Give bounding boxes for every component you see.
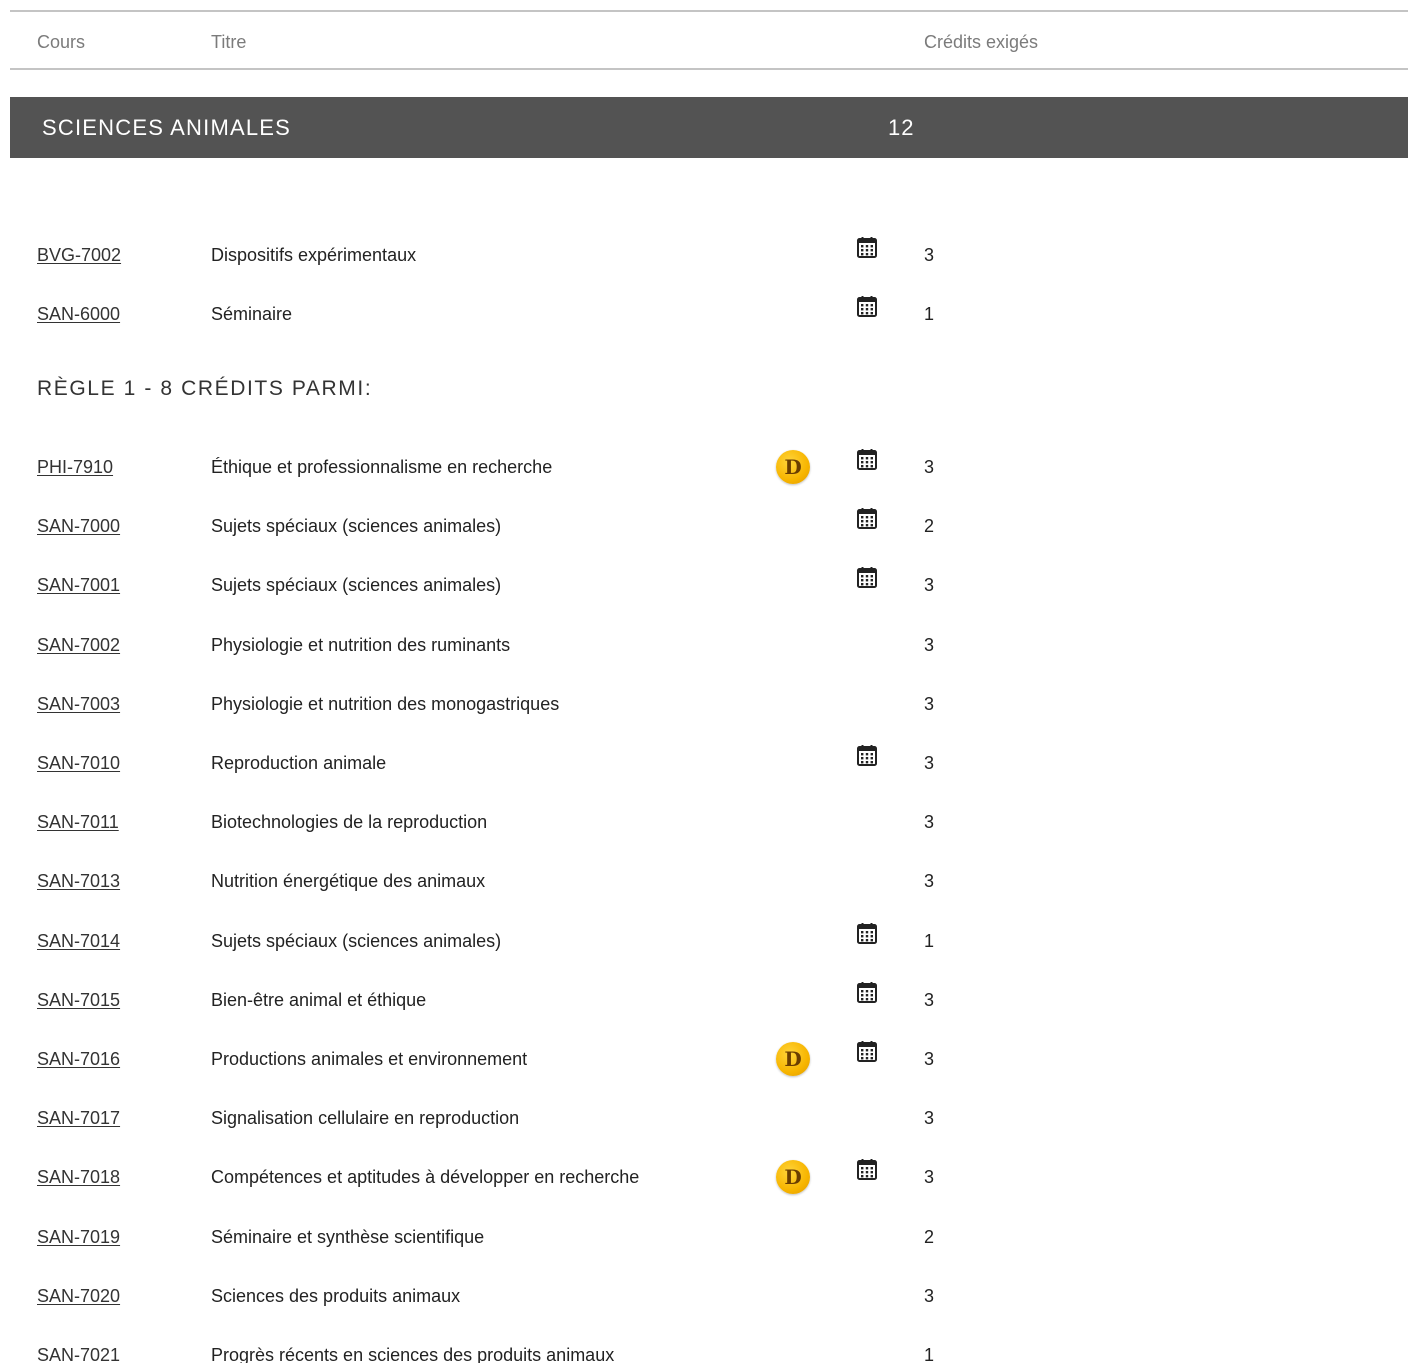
calendar-icon[interactable] [855, 506, 879, 530]
section-title: SCIENCES ANIMALES [42, 115, 292, 140]
course-credits: 1 [924, 304, 935, 325]
calendar-icon[interactable] [855, 294, 879, 318]
course-title: Sciences des produits animaux [211, 1285, 461, 1306]
course-credits: 3 [924, 1049, 935, 1069]
course-credits: 3 [924, 693, 935, 714]
course-credits: 3 [924, 245, 935, 265]
program-page: Cours Titre Crédits exigés SCIENCES ANIM… [0, 0, 1408, 1363]
course-code-link[interactable]: SAN-7019 [37, 1227, 120, 1248]
course-row: SAN-7003 Physiologie et nutrition des mo… [0, 684, 1408, 724]
course-row: PHI-7910 Éthique et professionnalisme en… [0, 447, 1408, 487]
course-code-link[interactable]: SAN-7018 [37, 1167, 120, 1188]
course-code-link[interactable]: SAN-7015 [37, 990, 120, 1011]
course-title: Productions animales et environnement [211, 1049, 528, 1069]
column-header-credits: Crédits exigés [924, 32, 1039, 52]
course-credits: 3 [924, 1167, 935, 1188]
course-row: SAN-7014 Sujets spéciaux (sciences anima… [0, 921, 1408, 961]
calendar-icon[interactable] [855, 921, 879, 945]
course-row: SAN-7013 Nutrition énergétique des anima… [0, 861, 1408, 901]
course-row: SAN-6000 Séminaire D 1 [0, 294, 1408, 334]
course-title: Sujets spéciaux (sciences animales) [211, 516, 502, 537]
course-title: Signalisation cellulaire en reproduction [211, 1108, 520, 1129]
course-title: Progrès récents en sciences des produits… [211, 1345, 615, 1363]
course-row: SAN-7019 Séminaire et synthèse scientifi… [0, 1217, 1408, 1257]
course-title: Dispositifs expérimentaux [211, 245, 417, 265]
course-code-link[interactable]: SAN-7002 [37, 635, 120, 656]
course-code-link[interactable]: SAN-7016 [37, 1049, 120, 1070]
distance-education-icon: D [776, 450, 810, 484]
course-credits: 3 [924, 634, 935, 655]
course-row: SAN-7016 Productions animales et environ… [0, 1039, 1408, 1079]
course-credits: 3 [924, 1285, 935, 1306]
course-row: SAN-7002 Physiologie et nutrition des ru… [0, 625, 1408, 665]
calendar-icon[interactable] [855, 235, 879, 259]
course-code-link[interactable]: SAN-7000 [37, 516, 120, 537]
course-credits: 3 [924, 871, 935, 892]
course-code-link[interactable]: SAN-7013 [37, 871, 120, 892]
course-title: Sujets spéciaux (sciences animales) [211, 930, 502, 951]
calendar-icon[interactable] [855, 1157, 879, 1181]
course-credits: 3 [924, 753, 935, 773]
course-credits: 2 [924, 516, 935, 537]
distance-education-icon: D [776, 1042, 810, 1076]
course-credits: 1 [924, 930, 935, 951]
calendar-icon[interactable] [855, 447, 879, 471]
course-row: SAN-7021 Progrès récents en sciences des… [0, 1335, 1408, 1363]
course-title: Séminaire et synthèse scientifique [211, 1226, 485, 1247]
distance-education-icon: D [776, 1160, 810, 1195]
course-code-link[interactable]: BVG-7002 [37, 245, 121, 266]
course-credits: 3 [924, 457, 935, 477]
course-code-link[interactable]: SAN-7017 [37, 1108, 120, 1129]
course-row: SAN-7018 Compétences et aptitudes à déve… [0, 1157, 1408, 1197]
course-title: Nutrition énergétique des animaux [211, 871, 486, 892]
distance-badge-letter: D [784, 1047, 802, 1071]
course-row: SAN-7017 Signalisation cellulaire en rep… [0, 1098, 1408, 1138]
course-row: SAN-7015 Bien-être animal et éthique D 3 [0, 980, 1408, 1020]
course-row: SAN-7020 Sciences des produits animaux D… [0, 1276, 1408, 1316]
course-title: Physiologie et nutrition des ruminants [211, 634, 511, 655]
course-title: Sujets spéciaux (sciences animales) [211, 575, 502, 596]
course-credits: 3 [924, 989, 935, 1010]
course-credits: 3 [924, 812, 935, 833]
course-code-link[interactable]: SAN-7021 [37, 1345, 120, 1363]
course-title: Compétences et aptitudes à développer en… [211, 1167, 640, 1188]
section-credits: 12 [888, 115, 915, 140]
course-title: Reproduction animale [211, 753, 387, 773]
calendar-icon[interactable] [855, 565, 879, 589]
course-row: SAN-7010 Reproduction animale D 3 [0, 743, 1408, 783]
calendar-icon[interactable] [855, 743, 879, 767]
course-code-link[interactable]: SAN-7003 [37, 694, 120, 715]
course-code-link[interactable]: SAN-7020 [37, 1286, 120, 1307]
table-header: Cours Titre Crédits exigés [10, 10, 1408, 70]
course-code-link[interactable]: SAN-7001 [37, 575, 120, 596]
course-title: Physiologie et nutrition des monogastriq… [211, 693, 560, 714]
course-code-link[interactable]: SAN-7010 [37, 753, 120, 774]
course-title: Éthique et professionnalisme en recherch… [211, 457, 553, 477]
course-credits: 1 [924, 1345, 935, 1363]
rule-heading: RÈGLE 1 - 8 CRÉDITS PARMI: [37, 377, 373, 400]
course-credits: 3 [924, 1108, 935, 1129]
distance-badge-letter: D [784, 455, 802, 479]
section-header: SCIENCES ANIMALES 12 [10, 97, 1408, 158]
course-code-link[interactable]: PHI-7910 [37, 457, 113, 478]
course-code-link[interactable]: SAN-6000 [37, 304, 120, 325]
calendar-icon[interactable] [855, 980, 879, 1004]
course-row: SAN-7011 Biotechnologies de la reproduct… [0, 802, 1408, 842]
course-row: BVG-7002 Dispositifs expérimentaux D 3 [0, 235, 1408, 275]
course-title: Bien-être animal et éthique [211, 989, 427, 1010]
column-header-title: Titre [211, 32, 247, 52]
course-title: Séminaire [211, 304, 293, 325]
course-credits: 3 [924, 575, 935, 596]
calendar-icon[interactable] [855, 1039, 879, 1063]
distance-badge-letter: D [784, 1165, 802, 1190]
course-title: Biotechnologies de la reproduction [211, 812, 488, 833]
course-row: SAN-7000 Sujets spéciaux (sciences anima… [0, 506, 1408, 546]
course-code-link[interactable]: SAN-7014 [37, 931, 120, 952]
course-row: SAN-7001 Sujets spéciaux (sciences anima… [0, 565, 1408, 605]
course-credits: 2 [924, 1226, 935, 1247]
column-header-course: Cours [37, 32, 86, 52]
course-code-link[interactable]: SAN-7011 [37, 812, 119, 833]
